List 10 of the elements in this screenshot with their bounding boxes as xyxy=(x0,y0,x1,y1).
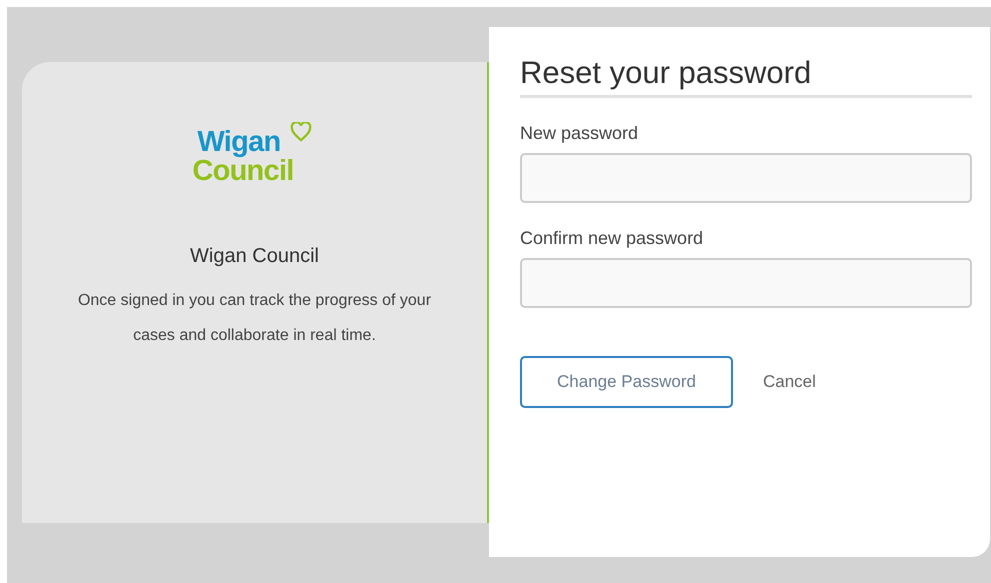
cancel-link[interactable]: Cancel xyxy=(763,369,816,395)
password-field[interactable] xyxy=(520,153,972,203)
field-label: Confirm new password xyxy=(520,227,704,249)
heart-icon xyxy=(290,122,312,142)
password-field[interactable] xyxy=(520,258,972,308)
form-title: Reset your password xyxy=(520,53,972,98)
organisation-name: Wigan Council xyxy=(190,244,319,269)
description-text: Once signed in you can track the progress of your cases and collaborate in real time. xyxy=(76,291,432,346)
change-password-button[interactable]: Change Password xyxy=(520,356,733,408)
field-label: New password xyxy=(520,122,640,144)
